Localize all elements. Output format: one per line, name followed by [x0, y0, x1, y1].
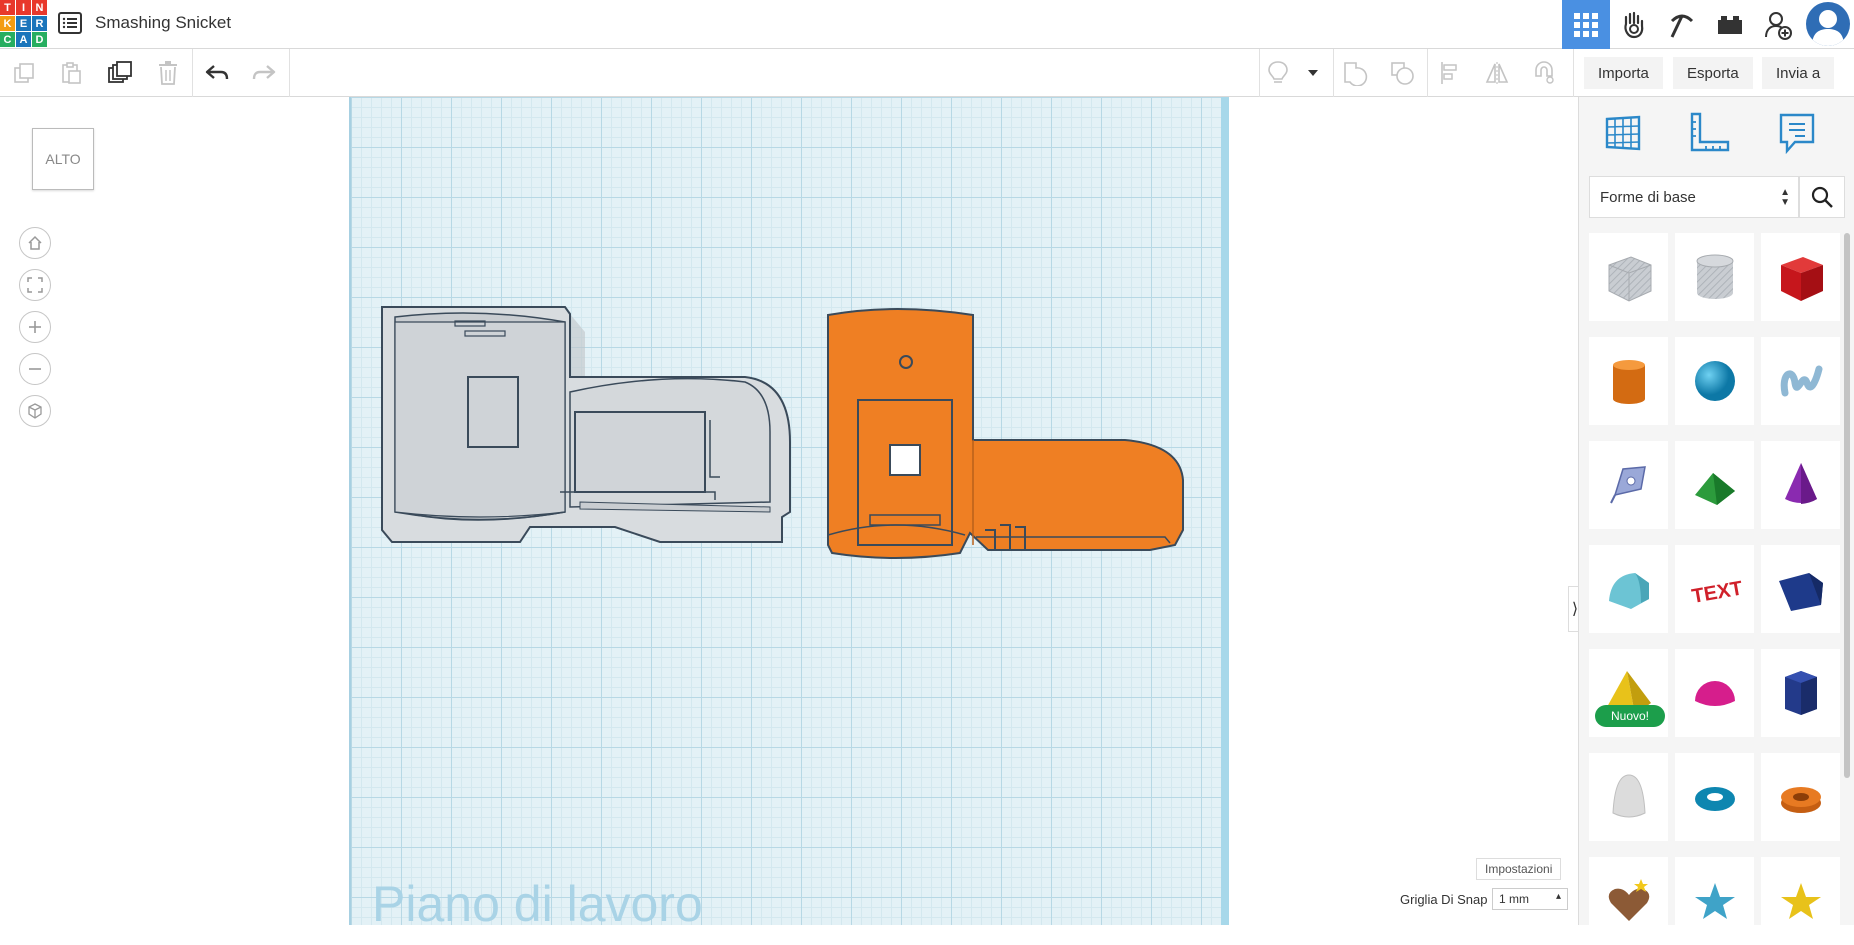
notes-icon[interactable]	[1775, 111, 1819, 155]
tinkercad-logo[interactable]: TIN KER CAD	[0, 0, 47, 47]
shape-category-select[interactable]: Forme di base ▲ ▼	[1589, 176, 1799, 218]
design-title[interactable]: Smashing Snicket	[95, 13, 231, 33]
shape-half-sphere[interactable]	[1675, 649, 1754, 737]
grey-model[interactable]	[370, 302, 800, 622]
sort-icon: ▲ ▼	[1780, 187, 1790, 208]
toolbar-divider	[1427, 49, 1428, 97]
shape-text[interactable]: TEXT	[1675, 545, 1754, 633]
shape-hole-cylinder[interactable]	[1675, 233, 1754, 321]
view-cube[interactable]: ALTO	[32, 128, 94, 190]
3d-design-view-icon[interactable]	[1562, 0, 1610, 49]
zoom-out-icon[interactable]	[19, 353, 51, 385]
shape-torus[interactable]	[1675, 753, 1754, 841]
perspective-icon[interactable]	[19, 395, 51, 427]
logo-letter: E	[16, 16, 31, 31]
home-view-icon[interactable]	[19, 227, 51, 259]
shape-roof[interactable]	[1675, 441, 1754, 529]
paste-icon[interactable]	[55, 57, 87, 89]
shape-generator[interactable]	[1589, 441, 1668, 529]
toolbar-divider	[1259, 49, 1260, 97]
logo-letter: D	[32, 32, 47, 47]
shape-star[interactable]	[1675, 857, 1754, 945]
undo-icon[interactable]	[201, 57, 233, 89]
shape-round-roof[interactable]	[1589, 545, 1668, 633]
group-icon[interactable]	[1339, 57, 1371, 89]
toolbar-divider	[1573, 49, 1574, 97]
shape-heart[interactable]	[1589, 857, 1668, 945]
toolbar-divider	[1333, 49, 1334, 97]
duplicate-icon[interactable]	[104, 57, 136, 89]
send-to-button[interactable]: Invia a	[1762, 57, 1835, 89]
logo-letter: T	[0, 0, 15, 15]
lightbulb-icon[interactable]	[1262, 57, 1294, 89]
user-avatar[interactable]	[1806, 2, 1850, 46]
shape-tube[interactable]	[1761, 753, 1840, 841]
bricks-icon[interactable]	[1706, 0, 1754, 49]
settings-button[interactable]: Impostazioni	[1476, 858, 1562, 880]
3d-viewport[interactable]: Piano di lavoro ALTO Impostazioni Grigli…	[0, 97, 1578, 925]
logo-letter: N	[32, 0, 47, 15]
mirror-icon[interactable]	[1481, 57, 1513, 89]
shape-box[interactable]	[1761, 233, 1840, 321]
logo-letter: I	[16, 0, 31, 15]
new-badge: Nuovo!	[1595, 705, 1665, 727]
logo-letter: C	[0, 32, 15, 47]
shape-hole-box[interactable]	[1589, 233, 1668, 321]
zoom-in-icon[interactable]	[19, 311, 51, 343]
shape-sphere[interactable]	[1675, 337, 1754, 425]
add-user-icon[interactable]	[1754, 0, 1802, 49]
shape-category-value: Forme di base	[1600, 189, 1696, 206]
chevron-down-icon[interactable]	[1297, 57, 1329, 89]
edit-toolbar: Importa Esporta Invia a	[0, 49, 1854, 97]
top-bar: TIN KER CAD Smashing Snicket	[0, 0, 1854, 49]
ruler-icon[interactable]	[1687, 111, 1731, 155]
top-nav	[1562, 0, 1854, 49]
ungroup-icon[interactable]	[1386, 57, 1418, 89]
workplane-grid-icon[interactable]	[1601, 111, 1645, 155]
pickaxe-icon[interactable]	[1658, 0, 1706, 49]
shape-polygon[interactable]	[1761, 649, 1840, 737]
toolbar-divider	[192, 49, 193, 97]
sim-lab-hand-icon[interactable]	[1610, 0, 1658, 49]
fit-view-icon[interactable]	[19, 269, 51, 301]
snap-grid-label: Griglia Di Snap	[1400, 892, 1488, 907]
logo-letter: R	[32, 16, 47, 31]
toolbar-divider	[289, 49, 290, 97]
align-icon[interactable]	[1434, 57, 1466, 89]
shape-star-yellow[interactable]	[1761, 857, 1840, 945]
cruise-magnet-icon[interactable]	[1528, 57, 1560, 89]
redo-icon[interactable]	[248, 57, 280, 89]
shapes-panel: Forme di base ▲ ▼ TEXT Nuovo!	[1578, 97, 1854, 945]
svg-text:TEXT: TEXT	[1690, 577, 1743, 608]
workplane-label: Piano di lavoro	[372, 876, 703, 925]
shape-wedge[interactable]	[1761, 545, 1840, 633]
collapse-panel-icon[interactable]: ⟩	[1568, 586, 1578, 632]
logo-letter: A	[16, 32, 31, 47]
design-menu-icon[interactable]	[58, 12, 82, 34]
snap-grid-select[interactable]: 1 mm	[1492, 888, 1568, 910]
search-icon[interactable]	[1799, 176, 1845, 218]
export-button[interactable]: Esporta	[1673, 57, 1753, 89]
shape-paraboloid[interactable]	[1589, 753, 1668, 841]
delete-icon[interactable]	[152, 57, 184, 89]
shape-scribble[interactable]	[1761, 337, 1840, 425]
shapes-scrollbar[interactable]	[1844, 233, 1850, 778]
orange-model[interactable]	[820, 305, 1200, 605]
copy-icon[interactable]	[8, 57, 40, 89]
import-button[interactable]: Importa	[1584, 57, 1663, 89]
shape-cone[interactable]	[1761, 441, 1840, 529]
shape-cylinder[interactable]	[1589, 337, 1668, 425]
logo-letter: K	[0, 16, 15, 31]
